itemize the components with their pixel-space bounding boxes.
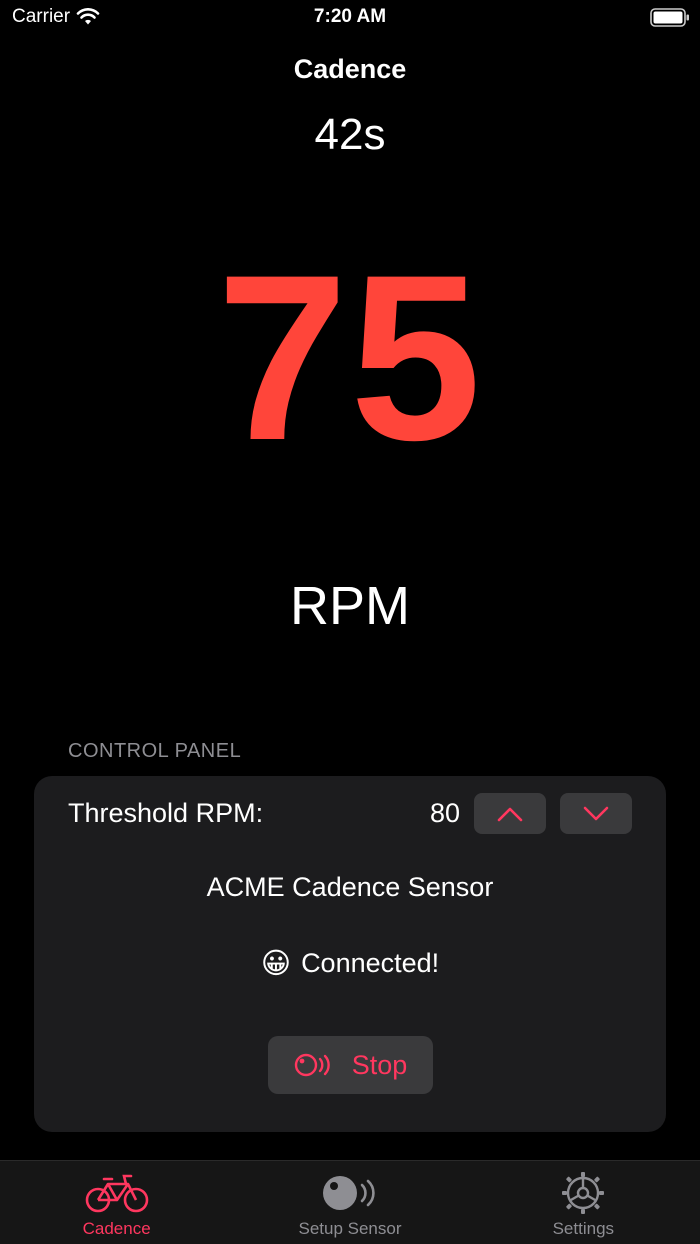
tab-cadence[interactable]: Cadence <box>0 1161 233 1244</box>
tab-setup-sensor[interactable]: Setup Sensor <box>233 1161 466 1244</box>
sensor-name: ACME Cadence Sensor <box>206 872 494 902</box>
tab-settings-label: Settings <box>552 1219 615 1238</box>
threshold-value: 80 <box>429 798 460 828</box>
cadence-unit: RPM <box>290 576 410 636</box>
control-panel: Threshold RPM: 80 ACME Cadence Sensor 😀 … <box>34 776 666 1132</box>
threshold-decrease-button[interactable] <box>560 793 632 834</box>
stop-button[interactable]: Stop <box>268 1036 433 1094</box>
battery-icon <box>650 8 689 27</box>
tab-setup-sensor-label: Setup Sensor <box>298 1219 402 1238</box>
gear-icon <box>562 1172 605 1214</box>
chevron-down-icon <box>583 806 609 820</box>
cadence-value: 75 <box>216 226 484 490</box>
control-panel-header: CONTROL PANEL <box>68 740 242 762</box>
threshold-increase-button[interactable] <box>474 793 546 834</box>
tab-bar: Cadence Setup Sensor Settings <box>0 1160 700 1244</box>
sensor-signal-icon <box>294 1053 330 1077</box>
threshold-label: Threshold RPM: <box>68 798 264 828</box>
connection-status-text: Connected! <box>301 948 440 978</box>
status-emoji: 😀 <box>260 948 292 980</box>
tab-cadence-label: Cadence <box>82 1219 151 1238</box>
elapsed-timer: 42s <box>314 110 386 159</box>
status-time: 7:20 AM <box>313 6 387 27</box>
stop-button-label: Stop <box>351 1049 408 1080</box>
status-bar: Carrier 7:20 AM <box>0 0 700 40</box>
bicycle-icon <box>85 1174 148 1213</box>
page-title: Cadence <box>293 54 407 84</box>
sensor-icon <box>322 1176 375 1210</box>
chevron-up-icon <box>497 807 523 821</box>
tab-settings[interactable]: Settings <box>467 1161 700 1244</box>
connection-status: 😀 Connected! <box>34 946 666 981</box>
